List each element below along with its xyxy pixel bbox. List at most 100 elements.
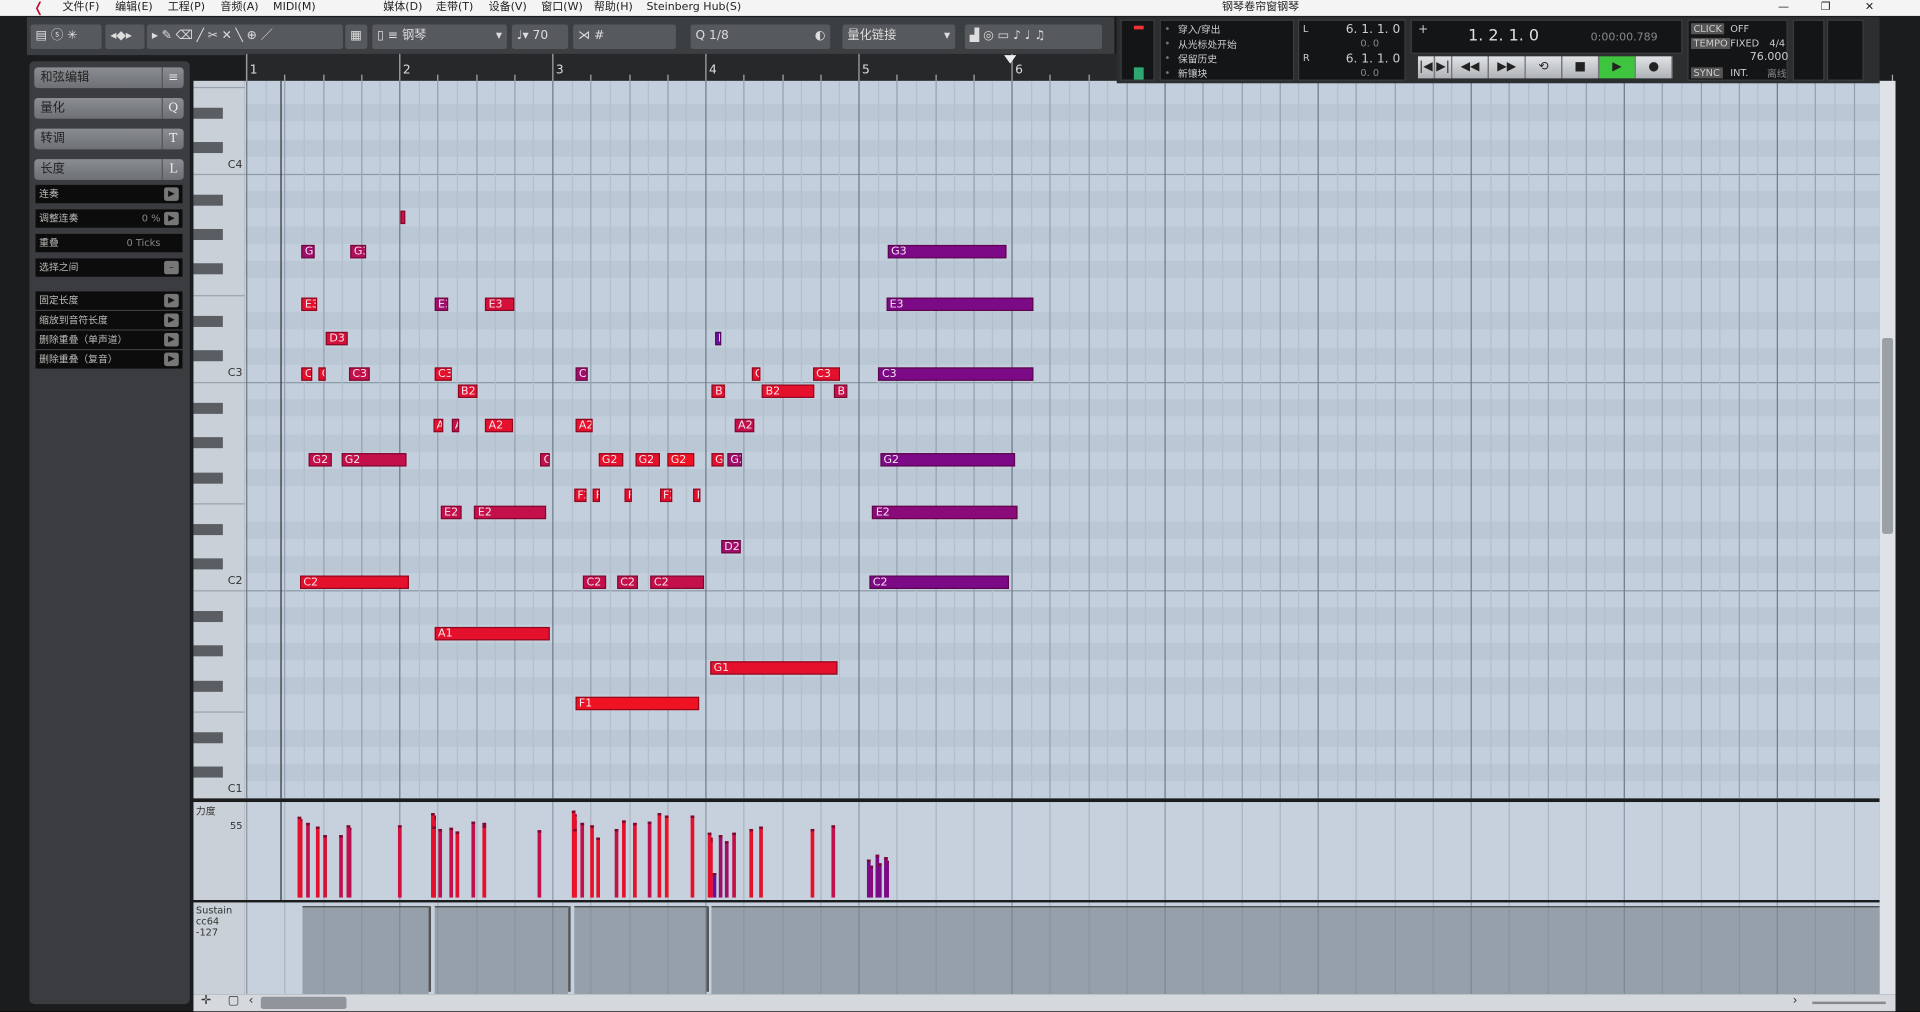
velocity-bar[interactable] <box>690 815 695 898</box>
transport-button-2[interactable]: ◀◀ <box>1452 56 1489 79</box>
midi-note[interactable]: G2 <box>879 453 1015 467</box>
playhead-marker-icon[interactable] <box>1004 55 1017 64</box>
midi-note[interactable]: D3 <box>325 332 348 346</box>
menu-item[interactable]: 编辑(E) <box>115 0 153 16</box>
black-key[interactable] <box>193 107 223 119</box>
midi-note[interactable]: E2 <box>872 505 1018 519</box>
record-option-icon[interactable]: • <box>1164 53 1170 64</box>
apply-icon[interactable]: – <box>164 260 179 275</box>
tempo-value[interactable]: 76.000 <box>1750 51 1789 63</box>
transport-button-5[interactable]: ■ <box>1562 56 1600 79</box>
left-locator-value[interactable]: 6. 1. 1. 0 <box>1346 23 1401 36</box>
midi-note[interactable]: F2 <box>659 488 672 502</box>
position-value[interactable]: 1. 2. 1. 0 <box>1468 27 1539 45</box>
transport-button-7[interactable]: ● <box>1635 56 1673 79</box>
midi-note[interactable]: A2 <box>575 418 593 433</box>
function-row[interactable]: 固定长度 ▶ <box>35 291 183 310</box>
record-option[interactable]: 穿入/穿出 <box>1178 23 1220 36</box>
midi-note[interactable]: E2 <box>474 505 547 519</box>
velocity-bar[interactable] <box>595 837 600 898</box>
right-locator-icon[interactable]: R <box>1303 53 1310 64</box>
menu-item[interactable]: 文件(F) <box>62 0 99 16</box>
sustain-off-notch[interactable] <box>706 906 710 992</box>
menu-item[interactable]: 走带(T) <box>436 0 473 16</box>
midi-note[interactable]: B2 <box>711 384 726 398</box>
add-lane-icon[interactable]: ✛ <box>201 994 211 1007</box>
sustain-off-notch[interactable] <box>567 906 571 992</box>
black-key[interactable] <box>193 350 223 362</box>
midi-note[interactable]: G2 <box>726 453 743 467</box>
click-button[interactable]: CLICK <box>1691 23 1725 35</box>
tool-icon-5[interactable]: ✕ <box>222 29 236 42</box>
velocity-bar[interactable] <box>537 830 542 898</box>
menu-item[interactable]: 窗口(W) <box>541 0 583 16</box>
midi-note[interactable]: A2 <box>451 418 459 433</box>
velocity-bar[interactable] <box>306 823 311 898</box>
tool-icon-6[interactable]: ╲ <box>236 29 247 42</box>
black-key[interactable] <box>193 610 223 622</box>
tool-icon-4[interactable]: ✂ <box>208 29 222 42</box>
velocity-bar[interactable] <box>707 832 712 898</box>
midi-note[interactable]: G2 <box>308 453 332 467</box>
left-offset-value[interactable]: 0. 0 <box>1360 38 1379 49</box>
section-key-icon[interactable]: Q <box>161 97 184 119</box>
velocity-bar[interactable] <box>297 816 301 898</box>
velocity-bar[interactable] <box>323 835 327 898</box>
function-row[interactable]: 缩放到音符长度 ▶ <box>35 311 183 330</box>
left-locator-icon[interactable]: L <box>1303 23 1308 34</box>
midi-note[interactable]: G3 <box>887 245 1007 259</box>
velocity-bar[interactable] <box>866 859 871 898</box>
restore-button[interactable]: ❐ <box>1821 0 1831 16</box>
record-option[interactable]: 从光标处开始 <box>1178 38 1237 51</box>
velocity-bar[interactable] <box>724 841 728 898</box>
note-grid[interactable]: A3G3G3G3E3E3E3E3D3D3C3C3C3C3C3C3C3C3B2B2… <box>244 80 1880 799</box>
midi-note[interactable]: F2 <box>624 488 632 502</box>
horizontal-scrollbar[interactable]: ✛ ▢ ‹ › <box>193 994 1896 1012</box>
toolbar-left-group[interactable]: ▤ ⓢ ✳ <box>30 24 102 49</box>
midi-note[interactable]: G1 <box>709 661 837 676</box>
scroll-left-icon[interactable]: ‹ <box>249 994 254 1007</box>
right-locator-value[interactable]: 6. 1. 1. 0 <box>1346 53 1401 66</box>
menu-item[interactable]: MIDI(M) <box>273 0 316 16</box>
tempo-button[interactable]: TEMPO <box>1691 37 1731 49</box>
section-0[interactable]: 和弦编辑 ≡ <box>34 67 184 89</box>
menu-item[interactable]: 媒体(D) <box>383 0 422 16</box>
sync-button[interactable]: SYNC <box>1691 67 1723 79</box>
quantize-selector[interactable]: Q 1/8 ◐ <box>690 24 831 49</box>
section-key-icon[interactable]: T <box>161 128 184 150</box>
transport-button-0[interactable]: |◀ <box>1417 56 1436 79</box>
midi-note[interactable]: G2 <box>634 453 660 467</box>
black-key[interactable] <box>193 263 223 275</box>
row-value[interactable]: 0 Ticks <box>126 234 160 252</box>
sustain-lane[interactable] <box>244 902 1880 995</box>
insert-velocity-field[interactable]: ♩▾ 70 <box>511 24 569 49</box>
midi-note[interactable]: A2 <box>484 418 513 433</box>
minimize-button[interactable]: — <box>1778 0 1789 16</box>
velocity-bar[interactable] <box>346 825 350 898</box>
velocity-bar[interactable] <box>647 821 652 898</box>
midi-note[interactable]: B2 <box>761 384 814 398</box>
step-input-button[interactable]: ▦ <box>345 24 368 49</box>
velocity-bar[interactable] <box>438 829 442 898</box>
record-option-icon[interactable]: • <box>1164 38 1170 49</box>
velocity-bar[interactable] <box>831 825 836 898</box>
transport-button-1[interactable]: ▶| <box>1435 56 1453 79</box>
velocity-bar[interactable] <box>656 813 661 898</box>
velocity-bar[interactable] <box>471 821 476 898</box>
black-key[interactable] <box>193 732 223 744</box>
menu-item[interactable]: 设备(V) <box>489 0 527 16</box>
black-key[interactable] <box>193 437 223 449</box>
midi-note[interactable]: C3 <box>318 366 326 381</box>
black-key[interactable] <box>193 229 223 241</box>
velocity-bar[interactable] <box>572 829 577 898</box>
midi-note[interactable]: C2 <box>299 574 409 589</box>
section-3[interactable]: 长度 L <box>34 159 184 181</box>
midi-note[interactable]: C3 <box>301 366 312 381</box>
apply-icon[interactable]: ▶ <box>164 333 179 347</box>
zoom-slider[interactable] <box>1812 1001 1886 1005</box>
length-row[interactable]: 重叠 0 Ticks <box>35 233 183 253</box>
sustain-off-notch[interactable] <box>428 906 431 992</box>
tool-icon-7[interactable]: ⊕ <box>247 29 261 42</box>
velocity-bar[interactable] <box>614 829 618 898</box>
midi-note[interactable]: C2 <box>869 574 1009 589</box>
